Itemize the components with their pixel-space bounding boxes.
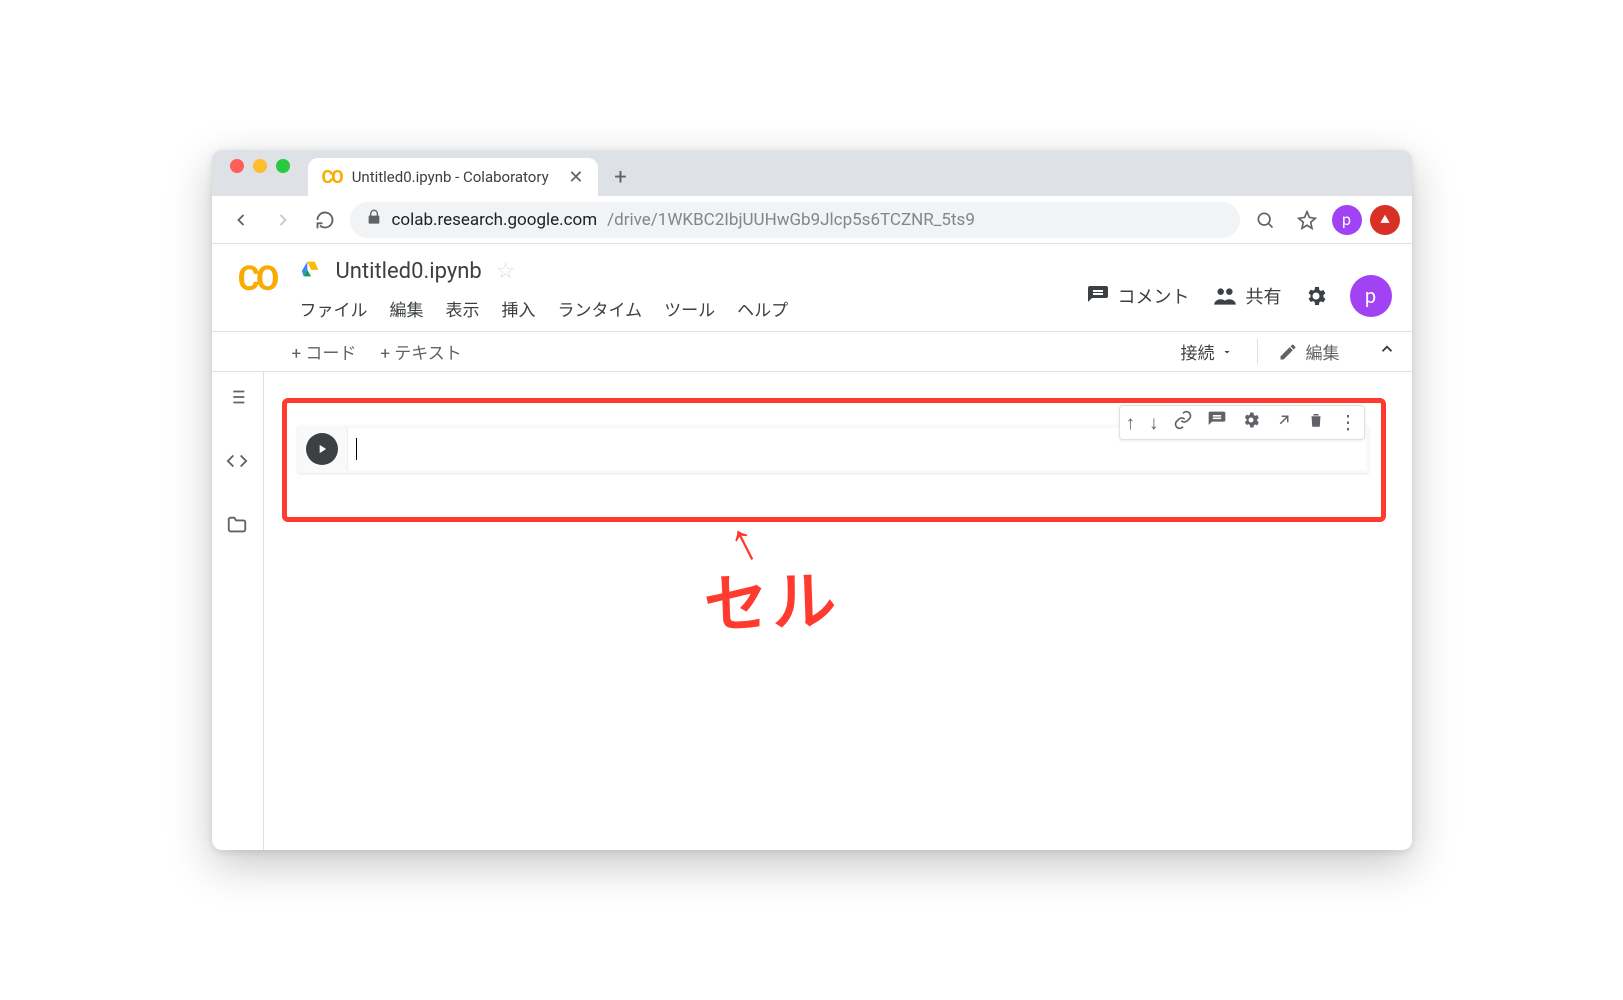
browser-window: CO Untitled0.ipynb - Colaboratory ✕ + co… <box>212 150 1412 850</box>
run-cell-button[interactable] <box>297 425 347 473</box>
zoom-icon[interactable] <box>1248 203 1282 237</box>
browser-tab-bar: CO Untitled0.ipynb - Colaboratory ✕ + <box>212 150 1412 196</box>
address-bar: colab.research.google.com/drive/1WKBC2Ib… <box>212 196 1412 244</box>
close-window-button[interactable] <box>230 159 244 173</box>
move-cell-up-icon[interactable]: ↑ <box>1126 411 1136 435</box>
reload-button[interactable] <box>308 203 342 237</box>
add-text-button[interactable]: + テキスト <box>380 339 461 364</box>
files-icon[interactable] <box>226 514 248 542</box>
account-avatar[interactable]: p <box>1350 275 1392 317</box>
window-controls <box>224 150 300 196</box>
menu-runtime[interactable]: ランタイム <box>558 296 643 321</box>
annotation-highlight-box: ↑ ↓ <box>282 398 1386 522</box>
cell-link-icon[interactable] <box>1173 410 1193 435</box>
bookmark-button[interactable] <box>1290 203 1324 237</box>
colab-header: CO Untitled0.ipynb ☆ ファイル 編集 表示 挿入 ランタイム… <box>212 244 1412 332</box>
menu-edit[interactable]: 編集 <box>390 296 424 321</box>
annotation-label: セル <box>702 570 840 639</box>
notebook-toolbar: + コード + テキスト 接続 編集 <box>212 332 1412 372</box>
cell-comment-icon[interactable] <box>1207 410 1227 435</box>
code-snippets-icon[interactable] <box>226 450 248 478</box>
colab-logo-icon[interactable]: CO <box>232 254 282 304</box>
url-path: /drive/1WKBC2IbjUUHwGb9Jlcp5s6TCZNR_5ts9 <box>607 210 975 230</box>
settings-button[interactable] <box>1304 284 1328 308</box>
cell-settings-icon[interactable] <box>1241 410 1261 435</box>
comment-button[interactable]: コメント <box>1086 283 1190 309</box>
notebook-main: ↑ ↓ <box>264 372 1412 850</box>
add-code-button[interactable]: + コード <box>292 339 357 364</box>
menu-bar: ファイル 編集 表示 挿入 ランタイム ツール ヘルプ <box>300 288 1086 331</box>
star-icon[interactable]: ☆ <box>496 259 516 284</box>
menu-insert[interactable]: 挿入 <box>502 296 536 321</box>
drive-icon <box>300 258 322 284</box>
connect-button[interactable]: 接続 <box>1181 339 1233 364</box>
menu-file[interactable]: ファイル <box>300 296 368 321</box>
minimize-window-button[interactable] <box>253 159 267 173</box>
new-tab-button[interactable]: + <box>606 162 636 192</box>
forward-button[interactable] <box>266 203 300 237</box>
text-cursor <box>356 438 358 460</box>
maximize-window-button[interactable] <box>276 159 290 173</box>
colab-favicon-icon: CO <box>322 167 342 188</box>
handwritten-annotation: ↑ セル <box>702 570 840 639</box>
extension-icon[interactable] <box>1370 205 1400 235</box>
tab-title: Untitled0.ipynb - Colaboratory <box>352 168 559 186</box>
collapse-toolbar-button[interactable] <box>1364 340 1396 363</box>
url-input[interactable]: colab.research.google.com/drive/1WKBC2Ib… <box>350 202 1240 238</box>
lock-icon <box>366 209 382 230</box>
code-cell[interactable]: ↑ ↓ <box>297 425 1369 473</box>
editing-mode-button[interactable]: 編集 <box>1257 339 1340 364</box>
left-sidebar <box>212 372 264 850</box>
cell-more-icon[interactable]: ⋮ <box>1339 411 1358 434</box>
close-tab-button[interactable]: ✕ <box>568 167 583 188</box>
cell-delete-icon[interactable] <box>1307 411 1325 434</box>
document-title[interactable]: Untitled0.ipynb <box>336 259 482 284</box>
menu-help[interactable]: ヘルプ <box>737 296 788 321</box>
share-button[interactable]: 共有 <box>1212 283 1282 309</box>
play-icon <box>306 433 338 465</box>
menu-tools[interactable]: ツール <box>664 296 715 321</box>
notebook-body: ↑ ↓ <box>212 372 1412 850</box>
url-host: colab.research.google.com <box>392 210 598 230</box>
back-button[interactable] <box>224 203 258 237</box>
menu-view[interactable]: 表示 <box>446 296 480 321</box>
move-cell-down-icon[interactable]: ↓ <box>1149 411 1159 435</box>
cell-toolbar: ↑ ↓ <box>1119 405 1365 440</box>
table-of-contents-icon[interactable] <box>226 386 248 414</box>
browser-tab[interactable]: CO Untitled0.ipynb - Colaboratory ✕ <box>308 158 598 196</box>
cell-open-tab-icon[interactable] <box>1275 411 1293 434</box>
profile-avatar[interactable]: p <box>1332 205 1362 235</box>
